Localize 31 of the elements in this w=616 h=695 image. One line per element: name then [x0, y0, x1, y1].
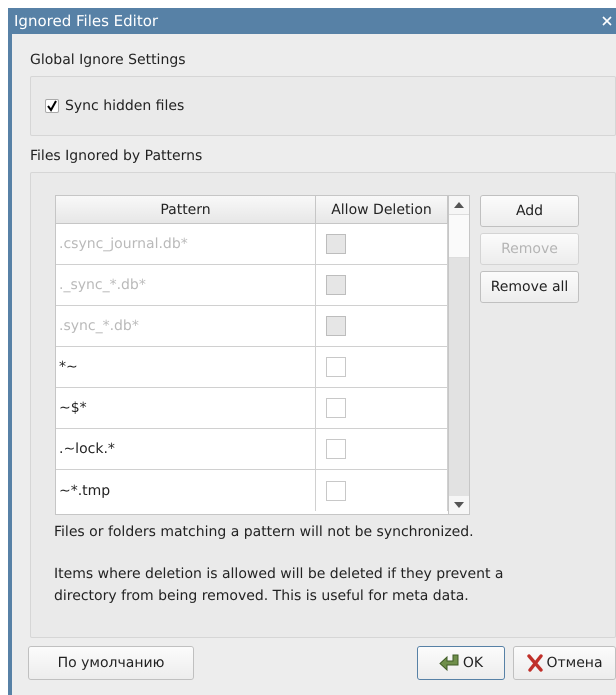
pattern-cell: ~*.tmp	[56, 470, 316, 511]
add-button[interactable]: Add	[480, 195, 579, 227]
window-title: Ignored Files Editor	[14, 12, 158, 30]
pattern-cell: .sync_*.db*	[56, 306, 316, 346]
close-icon[interactable]	[602, 16, 612, 26]
allow-deletion-checkbox[interactable]	[326, 398, 346, 418]
pattern-cell: ~$*	[56, 388, 316, 428]
pattern-cell: .~lock.*	[56, 429, 316, 469]
pattern-cell: .csync_journal.db*	[56, 224, 316, 264]
return-arrow-icon	[438, 654, 461, 672]
scrollbar[interactable]	[448, 196, 469, 514]
section-heading: Files Ignored by Patterns	[30, 148, 202, 164]
allow-deletion-checkbox[interactable]	[326, 439, 346, 459]
defaults-button[interactable]: По умолчанию	[28, 646, 194, 680]
remove-all-button[interactable]: Remove all	[480, 271, 579, 303]
help-text: Items where deletion is allowed will be deleted if they prevent a directory from being removed. This is useful for meta data.	[54, 565, 504, 606]
scroll-up-icon[interactable]	[454, 202, 464, 208]
pattern-cell: *~	[56, 347, 316, 387]
pattern-cell: ._sync_*.db*	[56, 265, 316, 305]
check-icon	[46, 100, 58, 112]
scroll-down-icon[interactable]	[454, 502, 464, 508]
sync-hidden-checkbox[interactable]: Sync hidden files	[45, 98, 184, 114]
ok-button[interactable]: OK	[417, 646, 505, 680]
cancel-button[interactable]: Отмена	[513, 646, 616, 680]
scroll-thumb[interactable]	[449, 214, 469, 258]
column-header[interactable]: Pattern	[56, 196, 316, 223]
help-text: Files or folders matching a pattern will not be synchronized.	[54, 523, 475, 542]
section-heading: Global Ignore Settings	[30, 52, 186, 68]
cross-icon	[526, 654, 544, 672]
allow-deletion-checkbox[interactable]	[326, 480, 346, 500]
allow-deletion-checkbox[interactable]	[326, 357, 346, 377]
